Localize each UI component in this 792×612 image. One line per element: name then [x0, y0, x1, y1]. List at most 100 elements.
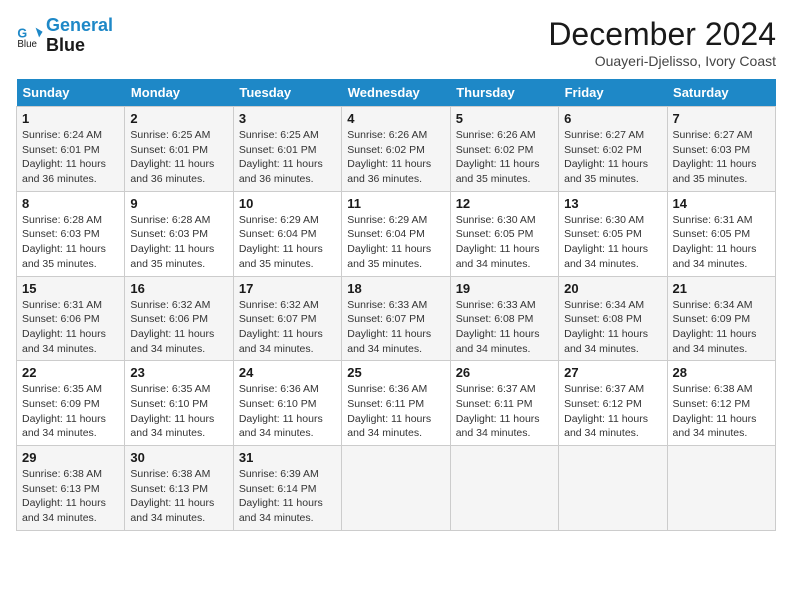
calendar-cell: 24 Sunrise: 6:36 AMSunset: 6:10 PMDaylig…: [233, 361, 341, 446]
calendar-cell: 15 Sunrise: 6:31 AMSunset: 6:06 PMDaylig…: [17, 276, 125, 361]
weekday-header-thursday: Thursday: [450, 79, 558, 107]
day-info: Sunrise: 6:25 AMSunset: 6:01 PMDaylight:…: [130, 128, 227, 187]
day-number: 31: [239, 450, 336, 465]
day-number: 27: [564, 365, 661, 380]
weekday-header-wednesday: Wednesday: [342, 79, 450, 107]
calendar-cell: 6 Sunrise: 6:27 AMSunset: 6:02 PMDayligh…: [559, 107, 667, 192]
day-number: 2: [130, 111, 227, 126]
day-number: 29: [22, 450, 119, 465]
calendar-cell: 2 Sunrise: 6:25 AMSunset: 6:01 PMDayligh…: [125, 107, 233, 192]
day-info: Sunrise: 6:33 AMSunset: 6:08 PMDaylight:…: [456, 298, 553, 357]
day-info: Sunrise: 6:39 AMSunset: 6:14 PMDaylight:…: [239, 467, 336, 526]
day-info: Sunrise: 6:35 AMSunset: 6:09 PMDaylight:…: [22, 382, 119, 441]
day-info: Sunrise: 6:38 AMSunset: 6:13 PMDaylight:…: [22, 467, 119, 526]
logo: G Blue GeneralBlue: [16, 16, 113, 56]
weekday-header-tuesday: Tuesday: [233, 79, 341, 107]
day-number: 3: [239, 111, 336, 126]
calendar-cell: 29 Sunrise: 6:38 AMSunset: 6:13 PMDaylig…: [17, 446, 125, 531]
calendar-cell: 14 Sunrise: 6:31 AMSunset: 6:05 PMDaylig…: [667, 191, 775, 276]
day-info: Sunrise: 6:27 AMSunset: 6:02 PMDaylight:…: [564, 128, 661, 187]
weekday-header-friday: Friday: [559, 79, 667, 107]
svg-text:G: G: [17, 26, 27, 40]
day-info: Sunrise: 6:31 AMSunset: 6:06 PMDaylight:…: [22, 298, 119, 357]
week-row-1: 1 Sunrise: 6:24 AMSunset: 6:01 PMDayligh…: [17, 107, 776, 192]
calendar-cell: 23 Sunrise: 6:35 AMSunset: 6:10 PMDaylig…: [125, 361, 233, 446]
day-info: Sunrise: 6:38 AMSunset: 6:13 PMDaylight:…: [130, 467, 227, 526]
day-number: 10: [239, 196, 336, 211]
day-info: Sunrise: 6:28 AMSunset: 6:03 PMDaylight:…: [22, 213, 119, 272]
day-number: 16: [130, 281, 227, 296]
weekday-header-monday: Monday: [125, 79, 233, 107]
day-number: 5: [456, 111, 553, 126]
day-number: 21: [673, 281, 770, 296]
calendar-cell: [450, 446, 558, 531]
day-number: 12: [456, 196, 553, 211]
calendar-cell: 7 Sunrise: 6:27 AMSunset: 6:03 PMDayligh…: [667, 107, 775, 192]
calendar-cell: 30 Sunrise: 6:38 AMSunset: 6:13 PMDaylig…: [125, 446, 233, 531]
logo-icon: G Blue: [16, 22, 44, 50]
day-number: 6: [564, 111, 661, 126]
day-number: 23: [130, 365, 227, 380]
day-number: 17: [239, 281, 336, 296]
calendar-cell: 4 Sunrise: 6:26 AMSunset: 6:02 PMDayligh…: [342, 107, 450, 192]
month-title: December 2024: [548, 16, 776, 53]
day-info: Sunrise: 6:37 AMSunset: 6:11 PMDaylight:…: [456, 382, 553, 441]
day-info: Sunrise: 6:29 AMSunset: 6:04 PMDaylight:…: [347, 213, 444, 272]
calendar-table: SundayMondayTuesdayWednesdayThursdayFrid…: [16, 79, 776, 531]
day-info: Sunrise: 6:32 AMSunset: 6:06 PMDaylight:…: [130, 298, 227, 357]
calendar-cell: 25 Sunrise: 6:36 AMSunset: 6:11 PMDaylig…: [342, 361, 450, 446]
calendar-cell: 12 Sunrise: 6:30 AMSunset: 6:05 PMDaylig…: [450, 191, 558, 276]
day-number: 14: [673, 196, 770, 211]
calendar-cell: 11 Sunrise: 6:29 AMSunset: 6:04 PMDaylig…: [342, 191, 450, 276]
day-number: 4: [347, 111, 444, 126]
day-info: Sunrise: 6:35 AMSunset: 6:10 PMDaylight:…: [130, 382, 227, 441]
day-info: Sunrise: 6:33 AMSunset: 6:07 PMDaylight:…: [347, 298, 444, 357]
day-number: 25: [347, 365, 444, 380]
day-info: Sunrise: 6:34 AMSunset: 6:08 PMDaylight:…: [564, 298, 661, 357]
day-number: 30: [130, 450, 227, 465]
calendar-cell: [342, 446, 450, 531]
day-info: Sunrise: 6:36 AMSunset: 6:11 PMDaylight:…: [347, 382, 444, 441]
day-info: Sunrise: 6:34 AMSunset: 6:09 PMDaylight:…: [673, 298, 770, 357]
calendar-cell: 19 Sunrise: 6:33 AMSunset: 6:08 PMDaylig…: [450, 276, 558, 361]
calendar-cell: 20 Sunrise: 6:34 AMSunset: 6:08 PMDaylig…: [559, 276, 667, 361]
day-number: 18: [347, 281, 444, 296]
day-number: 8: [22, 196, 119, 211]
day-number: 7: [673, 111, 770, 126]
calendar-cell: 27 Sunrise: 6:37 AMSunset: 6:12 PMDaylig…: [559, 361, 667, 446]
weekday-header-row: SundayMondayTuesdayWednesdayThursdayFrid…: [17, 79, 776, 107]
day-info: Sunrise: 6:29 AMSunset: 6:04 PMDaylight:…: [239, 213, 336, 272]
week-row-5: 29 Sunrise: 6:38 AMSunset: 6:13 PMDaylig…: [17, 446, 776, 531]
calendar-cell: [667, 446, 775, 531]
calendar-cell: 22 Sunrise: 6:35 AMSunset: 6:09 PMDaylig…: [17, 361, 125, 446]
logo-text: GeneralBlue: [46, 16, 113, 56]
calendar-cell: 1 Sunrise: 6:24 AMSunset: 6:01 PMDayligh…: [17, 107, 125, 192]
weekday-header-saturday: Saturday: [667, 79, 775, 107]
day-number: 19: [456, 281, 553, 296]
calendar-cell: 10 Sunrise: 6:29 AMSunset: 6:04 PMDaylig…: [233, 191, 341, 276]
calendar-cell: 3 Sunrise: 6:25 AMSunset: 6:01 PMDayligh…: [233, 107, 341, 192]
day-info: Sunrise: 6:26 AMSunset: 6:02 PMDaylight:…: [347, 128, 444, 187]
day-info: Sunrise: 6:28 AMSunset: 6:03 PMDaylight:…: [130, 213, 227, 272]
calendar-cell: 16 Sunrise: 6:32 AMSunset: 6:06 PMDaylig…: [125, 276, 233, 361]
day-info: Sunrise: 6:27 AMSunset: 6:03 PMDaylight:…: [673, 128, 770, 187]
calendar-cell: 13 Sunrise: 6:30 AMSunset: 6:05 PMDaylig…: [559, 191, 667, 276]
week-row-2: 8 Sunrise: 6:28 AMSunset: 6:03 PMDayligh…: [17, 191, 776, 276]
day-info: Sunrise: 6:26 AMSunset: 6:02 PMDaylight:…: [456, 128, 553, 187]
day-number: 26: [456, 365, 553, 380]
location-title: Ouayeri-Djelisso, Ivory Coast: [548, 53, 776, 69]
day-info: Sunrise: 6:37 AMSunset: 6:12 PMDaylight:…: [564, 382, 661, 441]
svg-text:Blue: Blue: [17, 39, 37, 50]
calendar-cell: 8 Sunrise: 6:28 AMSunset: 6:03 PMDayligh…: [17, 191, 125, 276]
day-info: Sunrise: 6:24 AMSunset: 6:01 PMDaylight:…: [22, 128, 119, 187]
day-number: 1: [22, 111, 119, 126]
calendar-cell: 5 Sunrise: 6:26 AMSunset: 6:02 PMDayligh…: [450, 107, 558, 192]
day-info: Sunrise: 6:36 AMSunset: 6:10 PMDaylight:…: [239, 382, 336, 441]
calendar-cell: 26 Sunrise: 6:37 AMSunset: 6:11 PMDaylig…: [450, 361, 558, 446]
day-info: Sunrise: 6:30 AMSunset: 6:05 PMDaylight:…: [564, 213, 661, 272]
calendar-body: 1 Sunrise: 6:24 AMSunset: 6:01 PMDayligh…: [17, 107, 776, 531]
day-number: 28: [673, 365, 770, 380]
week-row-4: 22 Sunrise: 6:35 AMSunset: 6:09 PMDaylig…: [17, 361, 776, 446]
day-number: 15: [22, 281, 119, 296]
calendar-cell: 21 Sunrise: 6:34 AMSunset: 6:09 PMDaylig…: [667, 276, 775, 361]
